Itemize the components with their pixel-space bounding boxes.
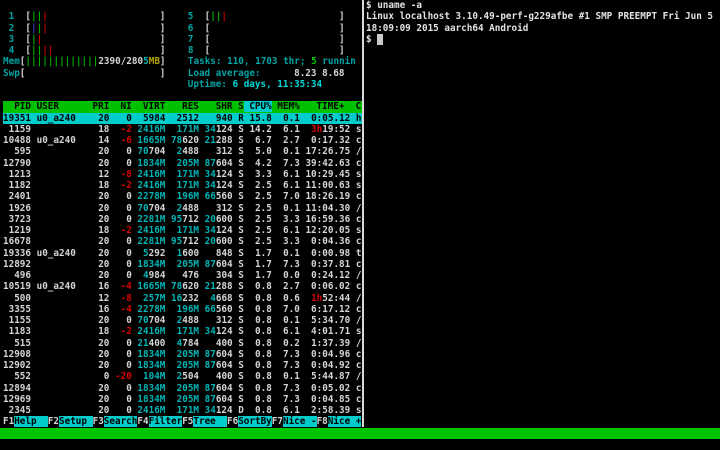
shell-line-0: $ uname -a <box>366 0 720 11</box>
process-row-2345[interactable]: 2345 20 0 2416M 171M 34124 D 0.8 6.1 2:5… <box>3 405 362 416</box>
process-row-19351[interactable]: 19351 u0_a240 20 0 5984 2512 940 R 15.8 … <box>3 113 362 124</box>
process-row-16678[interactable]: 16678 20 0 2281M 95712 20600 S 2.5 3.3 0… <box>3 236 362 247</box>
process-row-552[interactable]: 552 0 -20 104M 2504 400 S 0.8 0.1 5:44.8… <box>3 371 362 382</box>
htop-function-key-bar[interactable]: F1Help F2Setup F3SearchF4FilterF5Tree F6… <box>3 416 362 427</box>
process-row-515[interactable]: 515 20 0 21400 4784 400 S 0.8 0.2 1:37.3… <box>3 338 362 349</box>
process-row-19336[interactable]: 19336 u0_a240 20 0 5292 1600 848 S 1.7 0… <box>3 248 362 259</box>
tmux-pane-border[interactable] <box>362 0 364 427</box>
shell-prompt-line[interactable]: $ <box>366 34 720 45</box>
tmux-status-bar: [0] 0:bash* "localhost" 01:17 07-Jul-15 <box>0 428 720 439</box>
process-row-12790[interactable]: 12790 20 0 1834M 205M 87604 S 4.2 7.3 39… <box>3 158 362 169</box>
uptime-line: Uptime: 6 days, 11:35:34 <box>3 79 362 90</box>
process-row-1182[interactable]: 1182 18 -2 2416M 171M 34124 S 2.5 6.1 11… <box>3 180 362 191</box>
memory-meter-and-tasks: Mem[|||||||||||||2390/2805MB] Tasks: 110… <box>3 56 362 67</box>
cpu-meter-row-4-8: 4 [|||| ] 8 [ ] <box>3 45 362 56</box>
blank-line <box>3 0 362 11</box>
swap-meter-and-load-average: Swp[ ] Load average: 8.23 8.68 <box>3 68 362 79</box>
process-row-3723[interactable]: 3723 20 0 2281M 95712 20600 S 2.5 3.3 16… <box>3 214 362 225</box>
fkey-f5-tree[interactable]: Tree <box>193 416 227 427</box>
process-row-3355[interactable]: 3355 16 -4 2278M 196M 66560 S 0.8 7.0 6:… <box>3 304 362 315</box>
process-row-500[interactable]: 500 12 -8 257M 16232 4668 S 0.8 0.6 1h52… <box>3 293 362 304</box>
cpu-meter-row-3-7: 3 [|| ] 7 [ ] <box>3 34 362 45</box>
fkey-f1-help[interactable]: Help <box>14 416 48 427</box>
shell-line-2: 18:09:09 2015 aarch64 Android <box>366 23 720 34</box>
fkey-f6-sortby[interactable]: SortBy <box>238 416 272 427</box>
process-row-1183[interactable]: 1183 18 -2 2416M 171M 34124 S 0.8 6.1 4:… <box>3 326 362 337</box>
process-row-12969[interactable]: 12969 20 0 1834M 205M 87604 S 0.8 7.3 0:… <box>3 394 362 405</box>
terminal-screen: 1 [||| ] 5 [||| ] 2 [||| ] 6 [ ] 3 [|| ]… <box>0 0 720 450</box>
fkey-f2-setup[interactable]: Setup <box>59 416 93 427</box>
process-row-595[interactable]: 595 20 0 70704 2488 312 S 5.0 0.1 17:26.… <box>3 146 362 157</box>
process-row-12902[interactable]: 12902 20 0 1834M 205M 87604 S 0.8 7.3 0:… <box>3 360 362 371</box>
process-row-1159[interactable]: 1159 18 -2 2416M 171M 34124 S 14.2 6.1 3… <box>3 124 362 135</box>
process-row-12892[interactable]: 12892 20 0 1834M 205M 87604 S 1.7 7.3 0:… <box>3 259 362 270</box>
process-row-1155[interactable]: 1155 20 0 70704 2488 312 S 0.8 0.1 5:34.… <box>3 315 362 326</box>
fkey-f8-nice[interactable]: Nice + <box>328 416 362 427</box>
fkey-f7-nice[interactable]: Nice - <box>283 416 317 427</box>
htop-pane[interactable]: 1 [||| ] 5 [||| ] 2 [||| ] 6 [ ] 3 [|| ]… <box>0 0 362 428</box>
shell-line-1: Linux localhost 3.10.49-perf-g229afbe #1… <box>366 11 720 22</box>
fkey-f3-search[interactable]: Search <box>104 416 138 427</box>
cpu-meter-row-1-5: 1 [||| ] 5 [||| ] <box>3 11 362 22</box>
process-row-1213[interactable]: 1213 12 -8 2416M 171M 34124 S 3.3 6.1 10… <box>3 169 362 180</box>
process-row-1926[interactable]: 1926 20 0 70704 2488 312 S 2.5 0.1 11:04… <box>3 203 362 214</box>
cursor <box>377 34 383 45</box>
process-row-2401[interactable]: 2401 20 0 2278M 196M 66560 S 2.5 7.0 18:… <box>3 191 362 202</box>
process-row-12908[interactable]: 12908 20 0 1834M 205M 87604 S 0.8 7.3 0:… <box>3 349 362 360</box>
process-table-header[interactable]: PID USER PRI NI VIRT RES SHR S CPU% MEM%… <box>3 101 362 112</box>
process-row-1219[interactable]: 1219 18 -2 2416M 171M 34124 S 2.5 6.1 12… <box>3 225 362 236</box>
process-row-10519[interactable]: 10519 u0_a240 16 -4 1665M 78620 21288 S … <box>3 281 362 292</box>
process-row-496[interactable]: 496 20 0 4984 476 304 S 1.7 0.0 0:24.12 … <box>3 270 362 281</box>
cpu-meter-row-2-6: 2 [||| ] 6 [ ] <box>3 23 362 34</box>
fkey-f4-filter[interactable]: Filter <box>149 416 183 427</box>
process-row-10488[interactable]: 10488 u0_a240 14 -6 1665M 78620 21288 S … <box>3 135 362 146</box>
shell-pane[interactable]: $ uname -aLinux localhost 3.10.49-perf-g… <box>366 0 720 428</box>
tmux-window-item[interactable]: [0] 0:bash* <box>3 439 65 450</box>
process-row-12894[interactable]: 12894 20 0 1834M 205M 87604 S 0.8 7.3 0:… <box>3 383 362 394</box>
blank-line <box>3 90 362 101</box>
